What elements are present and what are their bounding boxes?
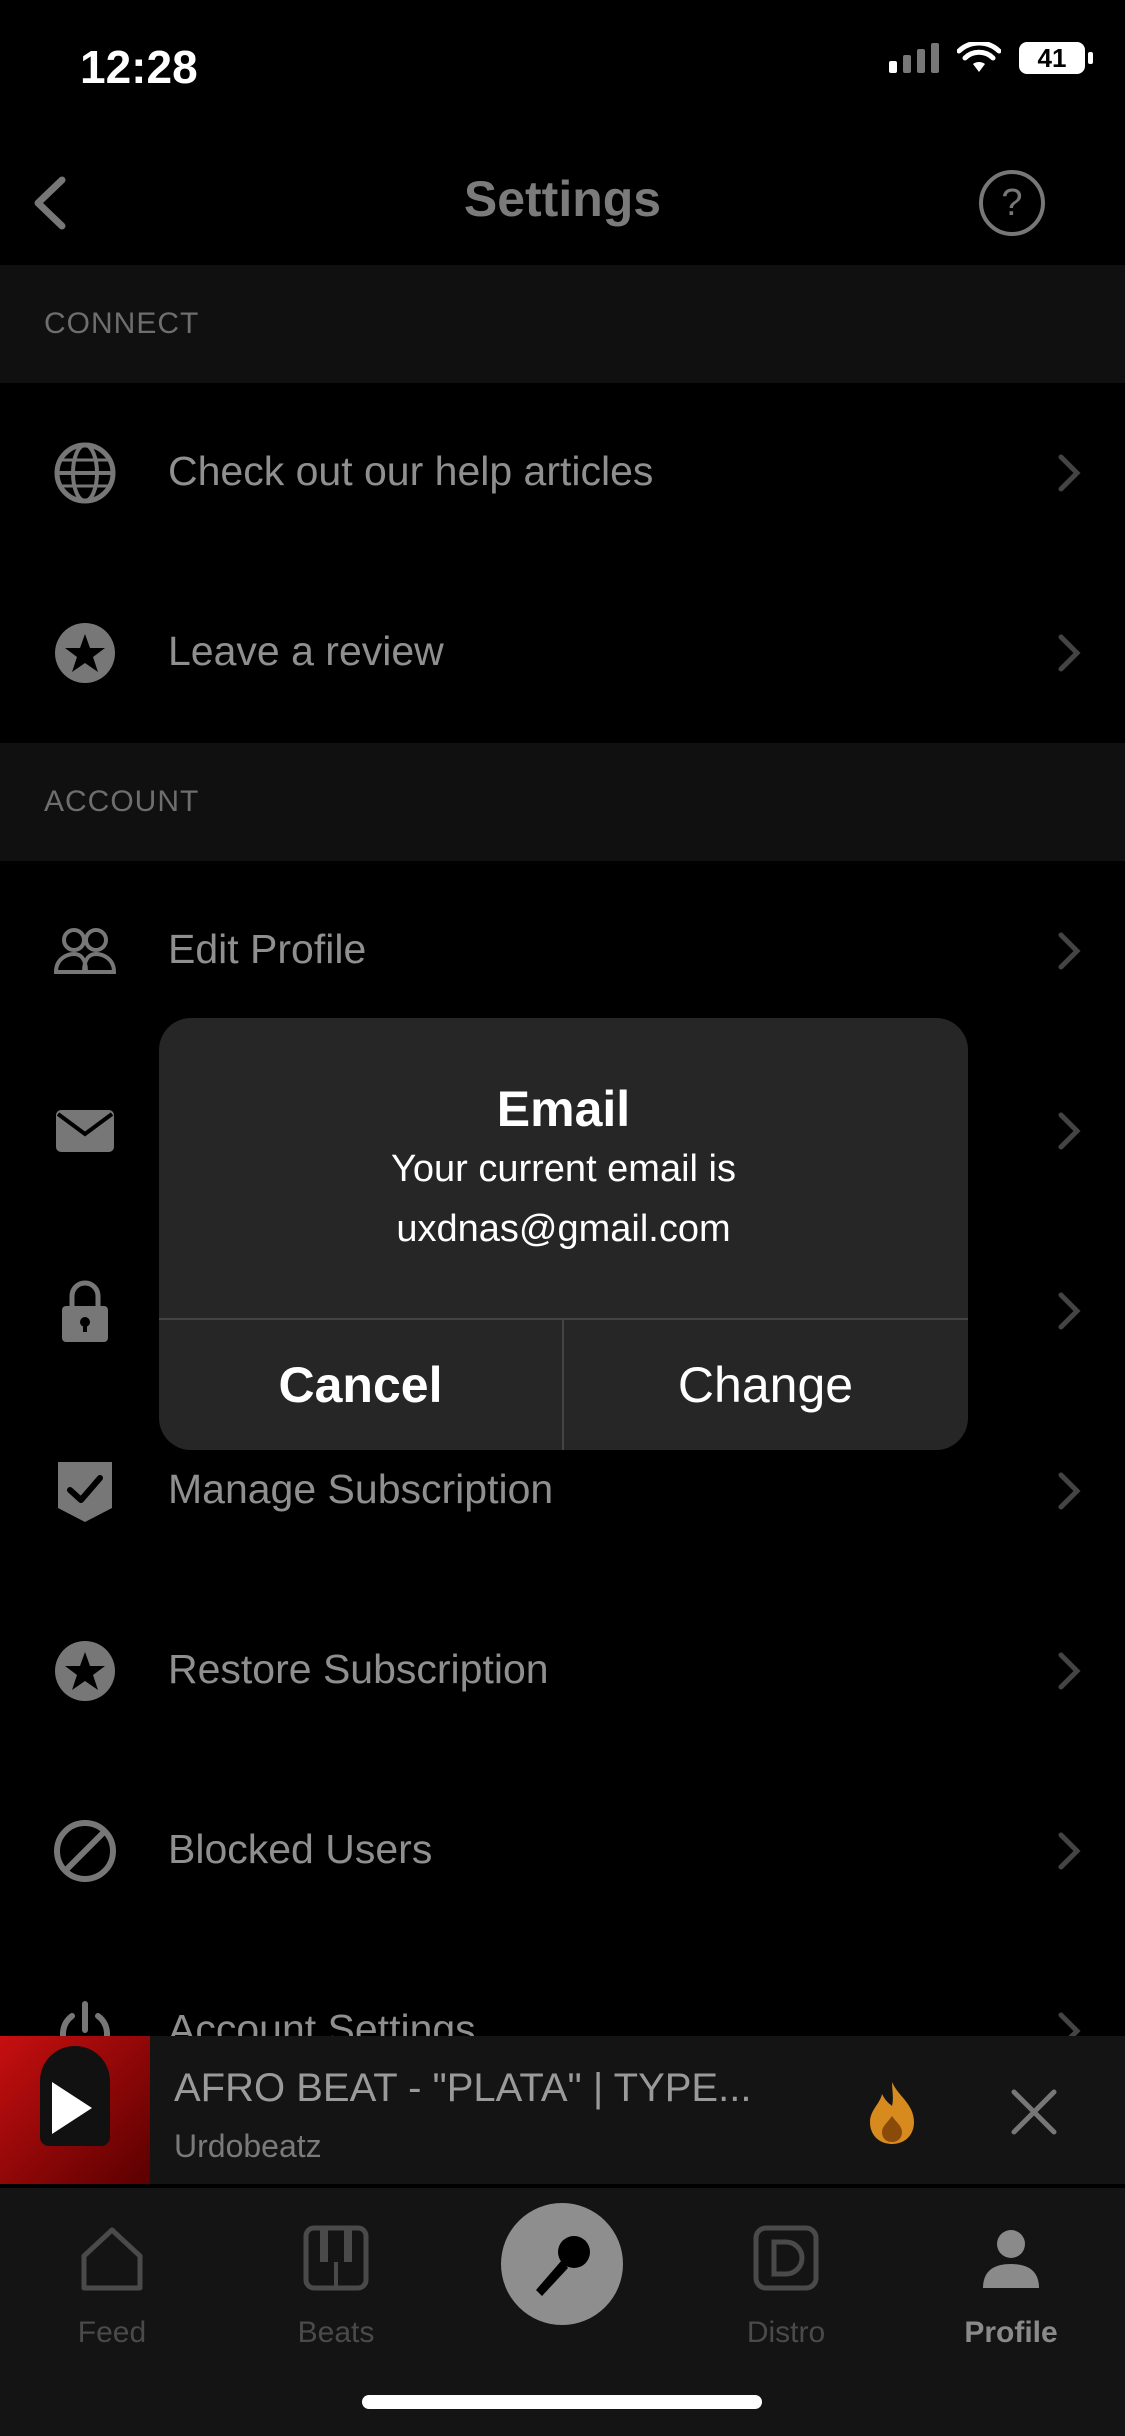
star-icon <box>55 1641 115 1701</box>
page-title: Settings <box>463 171 662 227</box>
email-alert-dialog: Email Your current email is uxdnas@gmail… <box>159 1018 968 1450</box>
status-icons: 41 <box>889 42 1093 74</box>
globe-icon <box>54 442 116 504</box>
chevron-right-icon <box>1058 1472 1081 1510</box>
row-label: Leave a review <box>168 628 444 674</box>
chevron-right-icon <box>1058 1292 1081 1330</box>
section-title: CONNECT <box>44 307 200 340</box>
album-art <box>0 2036 150 2184</box>
mail-icon <box>56 1110 114 1152</box>
row-label: Account Settings <box>168 2006 476 2036</box>
row-leave-review[interactable]: Leave a review <box>0 563 1125 743</box>
piano-icon <box>303 2225 369 2291</box>
tab-label: Profile <box>964 2316 1058 2349</box>
shield-check-icon <box>58 1462 112 1522</box>
record-button[interactable] <box>501 2203 623 2325</box>
wifi-icon <box>957 42 1001 72</box>
tab-distro[interactable]: Distro <box>716 2218 856 2350</box>
chevron-right-icon <box>1058 454 1081 492</box>
section-title: ACCOUNT <box>44 785 200 818</box>
dialog-title: Email <box>496 1081 631 1137</box>
tab-profile[interactable]: Profile <box>941 2218 1081 2350</box>
row-blocked-users[interactable]: Blocked Users <box>0 1761 1125 1941</box>
flame-icon[interactable] <box>862 2078 922 2148</box>
lock-icon <box>62 1280 108 1342</box>
track-artist: Urdobeatz <box>174 2128 322 2164</box>
row-edit-profile[interactable]: Edit Profile <box>0 861 1125 1041</box>
section-header-account: ACCOUNT <box>0 743 1125 861</box>
tab-label: Feed <box>77 2316 147 2349</box>
row-label: Check out our help articles <box>168 448 654 494</box>
power-icon <box>60 2001 110 2036</box>
row-label: Edit Profile <box>168 926 367 972</box>
mini-player[interactable]: AFRO BEAT - "PLATA" | TYPE... Urdobeatz <box>0 2036 1125 2184</box>
question-circle-icon[interactable]: ? <box>979 170 1045 236</box>
chevron-right-icon <box>1058 1112 1081 1150</box>
row-label: Blocked Users <box>168 1826 433 1872</box>
status-time: 12:28 <box>80 41 198 93</box>
cancel-button[interactable]: Cancel <box>159 1320 562 1450</box>
home-icon <box>81 2227 143 2291</box>
distro-icon <box>753 2225 819 2291</box>
chevron-right-icon <box>1058 1832 1081 1870</box>
row-label: Manage Subscription <box>168 1466 554 1512</box>
tab-feed[interactable]: Feed <box>42 2218 182 2350</box>
home-indicator <box>362 2395 762 2409</box>
people-icon <box>53 928 117 974</box>
star-icon <box>55 623 115 683</box>
play-icon[interactable] <box>52 2082 92 2134</box>
dialog-message: Your current email is <box>391 1148 736 1190</box>
chevron-right-icon <box>1058 932 1081 970</box>
change-button[interactable]: Change <box>564 1320 967 1450</box>
status-bar: 12:28 41 <box>0 0 1125 140</box>
track-title: AFRO BEAT - "PLATA" | TYPE... <box>174 2066 752 2110</box>
dialog-email: uxdnas@gmail.com <box>396 1208 731 1250</box>
row-account-settings[interactable]: Account Settings <box>0 1941 1125 2036</box>
row-label: Restore Subscription <box>168 1646 549 1692</box>
chevron-right-icon <box>1058 634 1081 672</box>
close-icon[interactable] <box>1006 2084 1062 2140</box>
tab-label: Distro <box>746 2316 826 2349</box>
section-header-connect: CONNECT <box>0 265 1125 383</box>
battery-icon: 41 <box>1019 42 1093 74</box>
block-icon <box>54 1820 116 1882</box>
chevron-right-icon <box>1058 1652 1081 1690</box>
row-help-articles[interactable]: Check out our help articles <box>0 383 1125 563</box>
chevron-right-icon <box>1058 2012 1081 2036</box>
tab-label: Beats <box>297 2316 375 2349</box>
signal-icon <box>889 43 939 73</box>
microphone-icon <box>536 2236 590 2296</box>
person-icon <box>983 2230 1039 2288</box>
nav-header: Settings ? <box>0 140 1125 265</box>
tab-beats[interactable]: Beats <box>266 2218 406 2350</box>
row-restore-subscription[interactable]: Restore Subscription <box>0 1581 1125 1761</box>
